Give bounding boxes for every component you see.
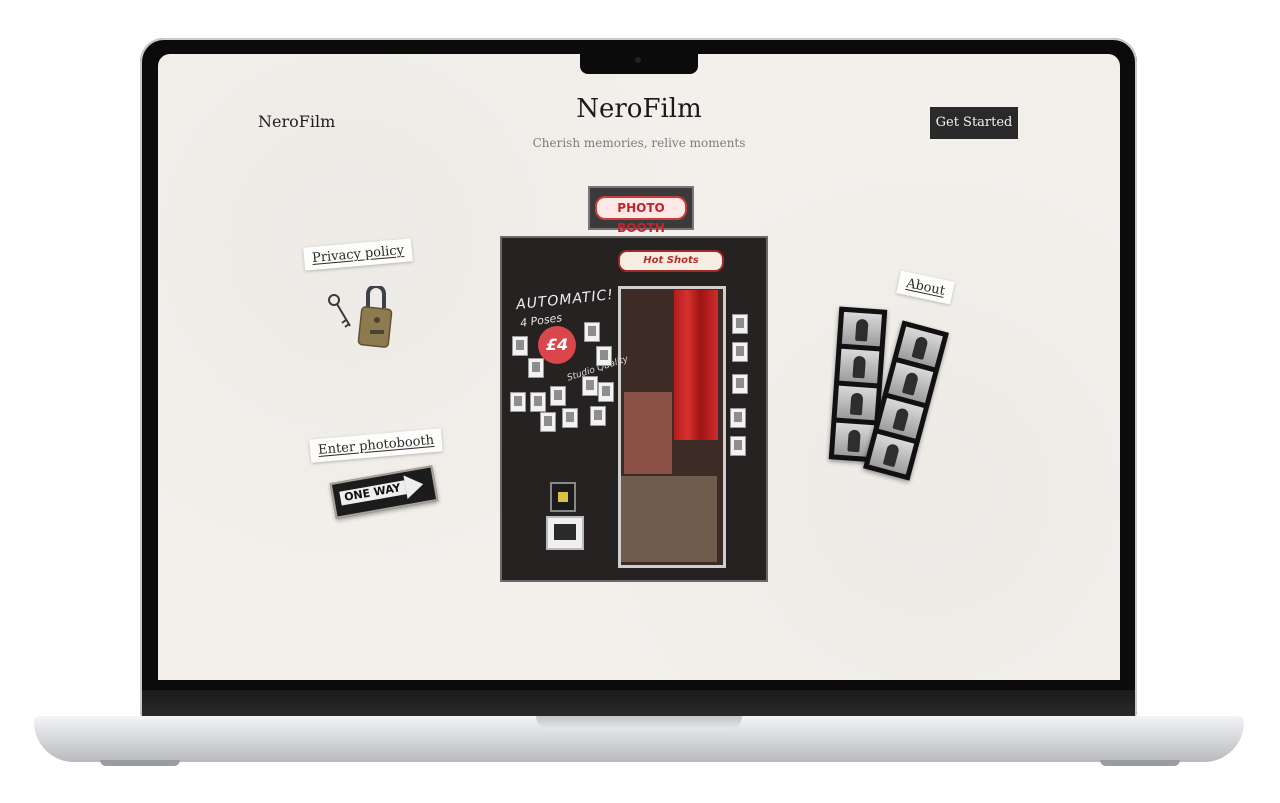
strip-frame <box>888 362 934 404</box>
camera-icon <box>635 57 641 63</box>
strip-frame <box>841 311 882 347</box>
laptop-foot <box>1100 760 1180 766</box>
strip-frame <box>869 433 915 475</box>
lock-and-key-icon[interactable] <box>324 284 396 358</box>
one-way-sign-icon[interactable]: ONE WAY <box>329 465 439 519</box>
booth-photo <box>596 346 612 366</box>
booth-backdrop <box>624 392 672 474</box>
booth-photo <box>512 336 528 356</box>
booth-photo <box>590 406 606 426</box>
laptop-chin <box>142 690 1135 718</box>
booth-coin-slot <box>550 482 576 512</box>
booth-curtain <box>674 290 718 440</box>
booth-photo <box>732 342 748 362</box>
booth-photo <box>540 412 556 432</box>
arrow-head-shape <box>403 472 426 500</box>
booth-photo <box>584 322 600 342</box>
strip-frame <box>839 348 880 384</box>
booth-photo <box>562 408 578 428</box>
privacy-policy-link[interactable]: Privacy policy <box>303 238 413 271</box>
laptop-foot <box>100 760 180 766</box>
strip-frame <box>878 397 924 439</box>
booth-photo <box>530 392 546 412</box>
booth-photo <box>732 374 748 394</box>
strip-frame <box>836 385 877 421</box>
booth-photo <box>730 408 746 428</box>
enter-photobooth-link[interactable]: Enter photobooth <box>309 428 444 463</box>
booth-photo-slot <box>546 516 584 550</box>
booth-floor <box>621 476 717 562</box>
one-way-sign-text: ONE WAY <box>339 480 407 506</box>
booth-photo <box>582 376 598 396</box>
get-started-button[interactable]: Get Started <box>930 107 1018 139</box>
booth-photo <box>528 358 544 378</box>
booth-header-sign: Hot Shots <box>618 250 724 272</box>
photo-booth-image[interactable]: PHOTO BOOTH Hot Shots AUTOMATIC! 4 Poses… <box>500 186 768 582</box>
camera-notch <box>580 54 698 74</box>
booth-photo <box>510 392 526 412</box>
strip-frame <box>897 326 943 368</box>
booth-photo <box>730 436 746 456</box>
booth-photo <box>598 382 614 402</box>
web-page: NeroFilm NeroFilm Cherish memories, reli… <box>158 54 1120 680</box>
about-link[interactable]: About <box>896 270 955 305</box>
booth-photo <box>550 386 566 406</box>
booth-photo <box>732 314 748 334</box>
laptop-base-lip <box>536 716 742 730</box>
booth-marquee: PHOTO BOOTH <box>595 196 687 235</box>
